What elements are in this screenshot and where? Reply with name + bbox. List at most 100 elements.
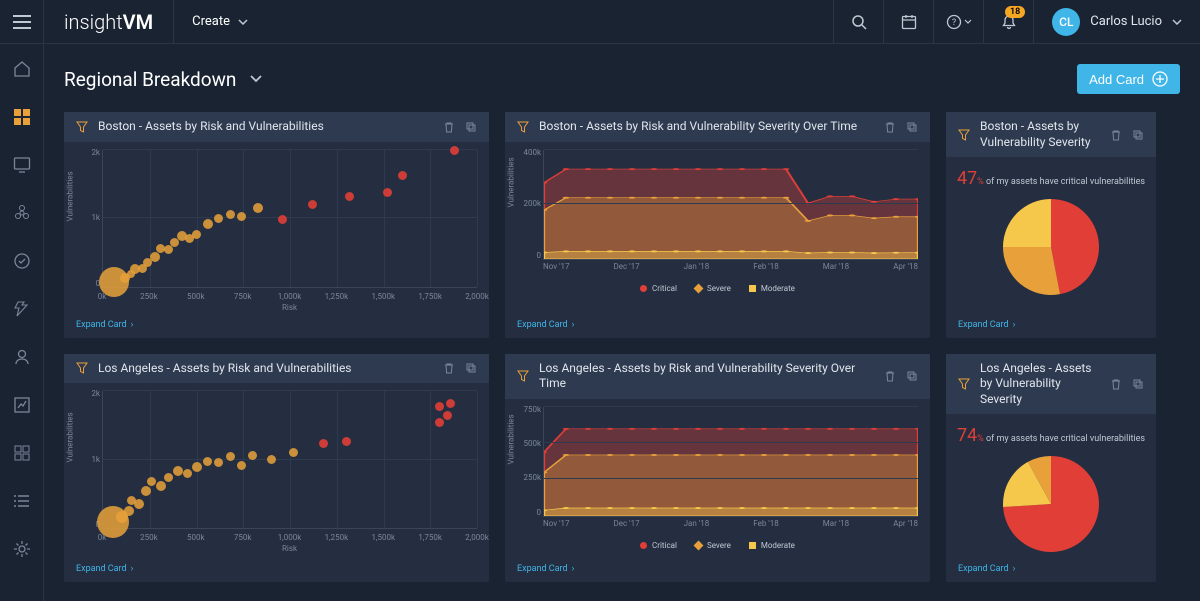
- y-axis: 2k1k0: [72, 389, 100, 529]
- chevron-down-icon: [238, 19, 248, 25]
- filter-icon[interactable]: [517, 121, 529, 133]
- card-header: Boston - Assets by Risk and Vulnerabilit…: [64, 112, 489, 142]
- delete-icon[interactable]: [443, 362, 455, 374]
- card-boston-scatter: Boston - Assets by Risk and Vulnerabilit…: [64, 112, 489, 338]
- sidebar-item-home[interactable]: [0, 54, 44, 84]
- card-header: Boston - Assets by Vulnerability Severit…: [946, 112, 1156, 157]
- expand-card-link[interactable]: Expand Card ›: [517, 320, 918, 330]
- card-grid: Boston - Assets by Risk and Vulnerabilit…: [64, 112, 1180, 582]
- card-boston-pie: Boston - Assets by Vulnerability Severit…: [946, 112, 1156, 338]
- delete-icon[interactable]: [1110, 378, 1122, 390]
- expand-card-link[interactable]: Expand Card ›: [958, 320, 1144, 330]
- card-title: Los Angeles - Assets by Risk and Vulnera…: [98, 361, 433, 377]
- sidebar-item-vulnerabilities[interactable]: [0, 198, 44, 228]
- create-dropdown[interactable]: Create: [174, 0, 266, 44]
- filter-icon[interactable]: [76, 362, 88, 374]
- automation-icon: [13, 300, 31, 318]
- calendar-icon: [901, 14, 917, 30]
- scatter-chart: Vulnerabilities 2k1k0 Risk0k250k500k750k…: [72, 389, 481, 551]
- help-button[interactable]: ?: [933, 0, 983, 44]
- card-la-line: Los Angeles - Assets by Risk and Vulnera…: [505, 354, 930, 582]
- expand-card-link[interactable]: Expand Card ›: [517, 564, 918, 574]
- pie-summary: 47% of my assets have critical vulnerabi…: [954, 167, 1148, 190]
- calendar-button[interactable]: [883, 0, 933, 44]
- y-axis: 750k500k250k0: [513, 405, 541, 517]
- sidebar-item-policies[interactable]: [0, 246, 44, 276]
- help-icon: ?: [946, 14, 962, 30]
- sidebar-item-assets[interactable]: [0, 150, 44, 180]
- x-axis: Nov '17Dec '17Jan '18Feb '18Mar '18Apr '…: [543, 262, 918, 282]
- expand-card-link[interactable]: Expand Card ›: [76, 564, 477, 574]
- logo[interactable]: insightVM: [44, 0, 174, 44]
- y-axis: 400k200k0: [513, 148, 541, 260]
- chevron-down-icon: [1172, 19, 1182, 25]
- delete-icon[interactable]: [884, 121, 896, 133]
- user-name: Carlos Lucio: [1090, 14, 1162, 29]
- sidebar-item-automation[interactable]: [0, 294, 44, 324]
- x-axis: Risk0k250k500k750k1,000k1,250k1,500k1,75…: [102, 531, 477, 551]
- card-la-pie: Los Angeles - Assets by Vulnerability Se…: [946, 354, 1156, 582]
- search-icon: [851, 14, 867, 30]
- delete-icon[interactable]: [443, 121, 455, 133]
- menu-toggle[interactable]: [0, 0, 44, 44]
- legend: Critical Severe Moderate: [513, 541, 922, 550]
- page-title: Regional Breakdown: [64, 68, 236, 91]
- user-icon: [13, 348, 31, 366]
- card-boston-line: Boston - Assets by Risk and Vulnerabilit…: [505, 112, 930, 338]
- gear-icon: [13, 540, 31, 558]
- svg-text:?: ?: [952, 18, 956, 28]
- sidebar-item-dashboard[interactable]: [0, 102, 44, 132]
- x-axis: Nov '17Dec '17Jan '18Feb '18Mar '18Apr '…: [543, 519, 918, 539]
- chart-icon: [13, 396, 31, 414]
- x-axis: Risk0k250k500k750k1,000k1,250k1,500k1,75…: [102, 290, 477, 310]
- filter-icon[interactable]: [958, 129, 970, 141]
- sidebar: [0, 44, 44, 601]
- copy-icon[interactable]: [906, 370, 918, 382]
- filter-icon[interactable]: [76, 121, 88, 133]
- search-button[interactable]: [833, 0, 883, 44]
- area-chart: Vulnerabilities 750k500k250k0 Nov '17Dec…: [513, 405, 922, 539]
- pie-chart: [1001, 197, 1101, 297]
- hamburger-icon: [13, 15, 31, 29]
- card-title: Los Angeles - Assets by Vulnerability Se…: [980, 361, 1100, 408]
- dashboard-selector[interactable]: Regional Breakdown: [64, 68, 262, 91]
- legend: Critical Severe Moderate: [513, 284, 922, 293]
- copy-icon[interactable]: [465, 362, 477, 374]
- delete-icon[interactable]: [884, 370, 896, 382]
- sidebar-item-list[interactable]: [0, 486, 44, 516]
- database-icon: [13, 444, 31, 462]
- filter-icon[interactable]: [958, 378, 970, 390]
- biohazard-icon: [13, 204, 31, 222]
- copy-icon[interactable]: [906, 121, 918, 133]
- dashboard-icon: [13, 108, 31, 126]
- delete-icon[interactable]: [1110, 129, 1122, 141]
- content: Regional Breakdown Add Card Boston - Ass…: [44, 44, 1200, 601]
- sidebar-item-users[interactable]: [0, 342, 44, 372]
- user-menu[interactable]: CL Carlos Lucio: [1033, 0, 1200, 44]
- area-chart: Vulnerabilities 400k200k0 Nov '17Dec '17…: [513, 148, 922, 282]
- card-title: Boston - Assets by Risk and Vulnerabilit…: [539, 119, 874, 135]
- page-header: Regional Breakdown Add Card: [64, 64, 1180, 94]
- sidebar-item-reports[interactable]: [0, 390, 44, 420]
- notifications-button[interactable]: 18: [983, 0, 1033, 44]
- topbar: insightVM Create ? 18 CL Carlos Lucio: [0, 0, 1200, 44]
- avatar: CL: [1052, 8, 1080, 36]
- notification-badge: 18: [1005, 6, 1025, 18]
- copy-icon[interactable]: [465, 121, 477, 133]
- chevron-down-icon: [250, 75, 262, 83]
- sidebar-item-query[interactable]: [0, 438, 44, 468]
- card-title: Boston - Assets by Vulnerability Severit…: [980, 119, 1100, 150]
- card-title: Boston - Assets by Risk and Vulnerabilit…: [98, 119, 433, 135]
- card-title: Los Angeles - Assets by Risk and Vulnera…: [539, 361, 874, 392]
- y-axis: 2k1k0: [72, 148, 100, 288]
- check-circle-icon: [13, 252, 31, 270]
- card-header: Los Angeles - Assets by Vulnerability Se…: [946, 354, 1156, 415]
- filter-icon[interactable]: [517, 370, 529, 382]
- sidebar-item-settings[interactable]: [0, 534, 44, 564]
- copy-icon[interactable]: [1132, 129, 1144, 141]
- expand-card-link[interactable]: Expand Card ›: [958, 564, 1144, 574]
- expand-card-link[interactable]: Expand Card ›: [76, 320, 477, 330]
- card-header: Los Angeles - Assets by Risk and Vulnera…: [64, 354, 489, 384]
- add-card-button[interactable]: Add Card: [1077, 64, 1180, 94]
- copy-icon[interactable]: [1132, 378, 1144, 390]
